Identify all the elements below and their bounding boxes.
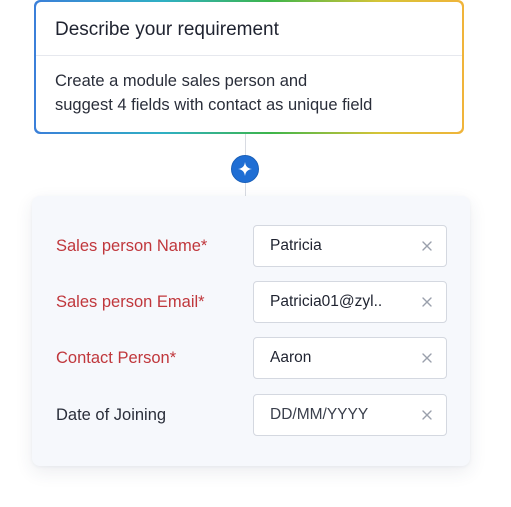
prompt-text-line-2: suggest 4 fields with contact as unique …	[55, 96, 373, 114]
date-of-joining-placeholder: DD/MM/YYYY	[270, 406, 369, 423]
prompt-title: Describe your requirement	[36, 2, 462, 56]
form-row-contact-person: Contact Person* Aaron	[32, 337, 470, 379]
generated-form: Sales person Name* Patricia Sales person…	[32, 196, 470, 466]
close-icon[interactable]	[420, 239, 434, 253]
prompt-card: Describe your requirement Create a modul…	[34, 0, 464, 134]
close-icon[interactable]	[420, 295, 434, 309]
contact-person-value: Aaron	[270, 349, 312, 366]
field-label-sales-person-name: Sales person Name*	[56, 237, 208, 255]
field-label-date-of-joining: Date of Joining	[56, 406, 167, 424]
field-label-sales-person-email: Sales person Email*	[56, 293, 205, 311]
form-row-sales-person-name: Sales person Name* Patricia	[32, 225, 470, 267]
date-of-joining-input[interactable]: DD/MM/YYYY	[253, 394, 447, 436]
sparkle-icon	[238, 162, 252, 176]
close-icon[interactable]	[420, 351, 434, 365]
contact-person-input[interactable]: Aaron	[253, 337, 447, 379]
sales-person-email-input[interactable]: Patricia01@zyl..	[253, 281, 447, 323]
form-row-sales-person-email: Sales person Email* Patricia01@zyl..	[32, 281, 470, 323]
sales-person-name-value: Patricia	[270, 237, 322, 254]
prompt-text[interactable]: Create a module sales person and suggest…	[36, 56, 462, 117]
close-icon[interactable]	[420, 408, 434, 422]
prompt-card-inner: Describe your requirement Create a modul…	[36, 2, 462, 132]
generate-button[interactable]	[231, 155, 259, 183]
sales-person-name-input[interactable]: Patricia	[253, 225, 447, 267]
sales-person-email-value: Patricia01@zyl..	[270, 293, 383, 310]
form-row-date-of-joining: Date of Joining DD/MM/YYYY	[32, 394, 470, 436]
prompt-text-line-1: Create a module sales person and	[55, 72, 308, 90]
field-label-contact-person: Contact Person*	[56, 349, 177, 367]
